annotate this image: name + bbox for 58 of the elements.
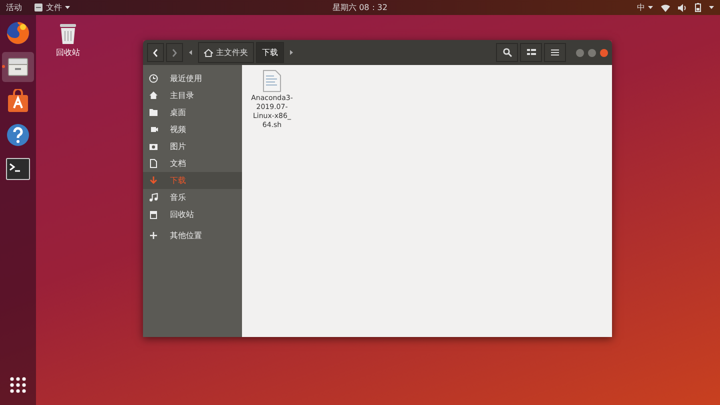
help-icon — [6, 123, 30, 147]
caret-icon — [65, 6, 70, 9]
scroll-right-icon[interactable] — [290, 50, 293, 55]
video-icon — [149, 125, 158, 134]
music-icon — [149, 193, 158, 202]
battery-icon[interactable] — [695, 3, 701, 12]
caret-icon — [648, 6, 653, 9]
running-indicator — [2, 65, 5, 68]
sidebar-item[interactable]: 图片 — [143, 138, 242, 155]
close-button[interactable] — [600, 48, 608, 56]
fox-globe-icon — [6, 21, 30, 45]
caret-icon[interactable] — [709, 6, 714, 9]
sidebar-item[interactable]: 视频 — [143, 121, 242, 138]
sidebar-item[interactable]: 主目录 — [143, 87, 242, 104]
menu-button[interactable] — [544, 43, 566, 62]
search-button[interactable] — [496, 43, 518, 62]
input-method-menu[interactable]: 中 — [637, 2, 653, 13]
shopping-bag-icon — [6, 89, 30, 113]
trash-icon — [149, 210, 158, 219]
terminal-icon — [6, 158, 30, 180]
scroll-left-icon[interactable] — [189, 50, 192, 55]
app-menu[interactable]: 文件 — [34, 2, 70, 13]
dock-app-button[interactable] — [2, 52, 34, 82]
desktop-icon — [149, 108, 158, 117]
recent-icon — [149, 74, 158, 83]
volume-icon[interactable] — [678, 4, 687, 12]
sidebar-item[interactable]: 其他位置 — [143, 227, 242, 244]
maximize-button[interactable] — [588, 48, 596, 56]
sidebar-item[interactable]: 桌面 — [143, 104, 242, 121]
clock[interactable]: 星期六 08：32 — [332, 2, 388, 13]
file-cabinet-icon — [6, 55, 30, 79]
desktop-icon-label[interactable]: 回收站 — [56, 47, 80, 58]
wifi-icon[interactable] — [661, 4, 670, 12]
path-button[interactable]: 主文件夹 — [198, 42, 254, 63]
sidebar-item[interactable]: 音乐 — [143, 189, 242, 206]
forward-button[interactable] — [166, 43, 183, 62]
view-toggle-button[interactable] — [520, 43, 542, 62]
file-cabinet-icon — [34, 3, 43, 12]
home-icon — [149, 91, 158, 100]
download-icon — [149, 176, 158, 185]
trash-can-icon[interactable] — [58, 23, 78, 45]
other-icon — [149, 231, 158, 240]
minimize-button[interactable] — [576, 48, 584, 56]
sidebar-item[interactable]: 文档 — [143, 155, 242, 172]
back-button[interactable] — [147, 43, 164, 62]
search-icon — [502, 48, 512, 57]
activities-button[interactable]: 活动 — [6, 2, 22, 13]
menu-icon — [551, 49, 559, 56]
chevron-right-icon — [172, 48, 177, 56]
sidebar-item[interactable]: 回收站 — [143, 206, 242, 223]
chevron-left-icon — [153, 48, 158, 56]
list-view-icon — [526, 49, 536, 56]
show-apps-grid-icon[interactable] — [10, 377, 26, 393]
path-button[interactable]: 下载 — [256, 42, 284, 63]
document-icon — [149, 159, 158, 168]
home-icon — [204, 48, 213, 56]
sidebar-item[interactable]: 最近使用 — [143, 70, 242, 87]
camera-icon — [149, 142, 158, 151]
